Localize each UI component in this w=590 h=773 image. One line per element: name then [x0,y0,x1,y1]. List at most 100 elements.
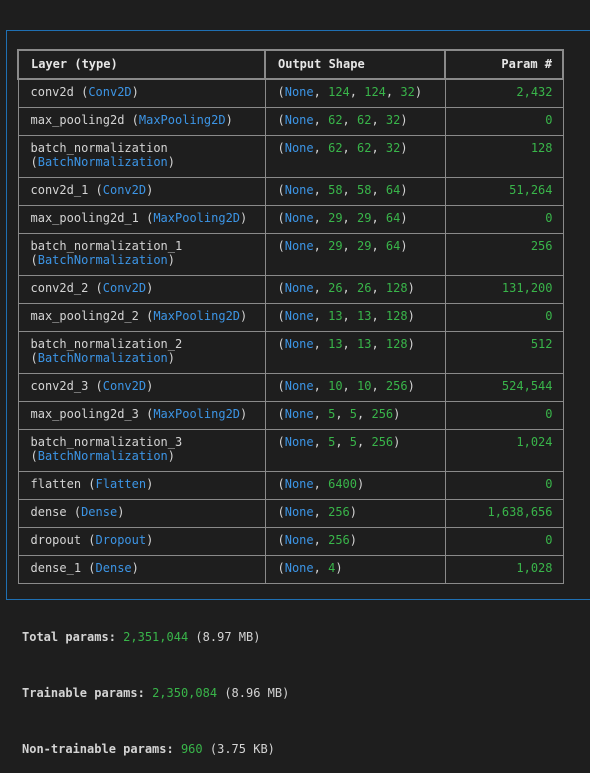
param-count-cell: 0 [444,526,564,556]
param-count-cell: 51,264 [444,176,564,206]
shape-dim: 32 [385,140,401,155]
shape-none: None [284,140,314,155]
shape-dim: 29 [357,238,372,253]
shape-dim: 13 [328,336,343,351]
layer-cell: conv2d (Conv2D) [17,78,266,108]
shape-dim: 62 [357,112,372,127]
shape-dim: 256 [371,434,394,449]
header-output-shape: Output Shape [264,49,446,80]
output-shape-cell: (None, 26, 26, 128) [264,274,446,304]
shape-none: None [284,85,314,99]
shape-dim: 32 [400,85,415,99]
table-row: max_pooling2d_2 (MaxPooling2D) (None, 13,… [17,302,564,332]
total-params-line: Total params: 2,351,044 (8.97 MB) [22,630,260,644]
shape-dim: 29 [357,210,372,225]
shape-dim: 5 [328,434,336,449]
param-count-cell: 1,028 [444,554,564,584]
shape-dim: 64 [385,238,401,253]
shape-dim: 62 [328,112,343,127]
shape-dim: 256 [385,378,408,393]
layer-name: dense [30,504,67,519]
param-count-cell: 1,024 [444,428,564,472]
layer-name: max_pooling2d_3 [30,406,139,421]
layer-name: dense_1 [30,560,82,575]
shape-dim: 5 [349,406,358,421]
non-trainable-params-size: (3.75 KB) [209,742,275,756]
total-params-size: (8.97 MB) [195,630,261,644]
layer-type: Conv2D [88,85,132,99]
layer-type: MaxPooling2D [153,308,241,323]
shape-dim: 13 [357,308,372,323]
layer-type: Dropout [95,532,147,547]
output-shape-cell: (None, 6400) [264,470,446,500]
layer-name: batch_normalization_3 [30,434,183,449]
param-count-cell: 0 [444,470,564,500]
param-count-cell: 524,544 [444,372,564,402]
shape-dim: 256 [371,406,394,421]
layer-cell: batch_normalization (BatchNormalization) [17,134,266,178]
shape-dim: 4 [328,560,336,575]
table-row: max_pooling2d_1 (MaxPooling2D) (None, 29,… [17,204,564,234]
total-params-value: 2,351,044 [123,630,189,644]
param-count-cell: 131,200 [444,274,564,304]
shape-none: None [284,210,314,225]
layer-cell: batch_normalization_3 (BatchNormalizatio… [17,428,266,472]
table-row: conv2d_2 (Conv2D) (None, 26, 26, 128) 131,… [17,274,564,304]
trainable-params-label: Trainable params: [22,686,145,700]
layer-name: max_pooling2d_1 [30,210,139,225]
shape-none: None [284,378,314,393]
shape-dim: 124 [364,85,386,99]
table-row: batch_normalization_1 (BatchNormalizatio… [17,232,564,276]
layer-cell: max_pooling2d_3 (MaxPooling2D) [17,400,266,430]
table-row: batch_normalization_2 (BatchNormalizatio… [17,330,564,374]
layer-type: Conv2D [102,182,147,197]
layer-name: dropout [30,532,82,547]
shape-dim: 64 [385,210,401,225]
table-row: max_pooling2d (MaxPooling2D) (None, 62, 6… [17,106,564,136]
output-shape-cell: (None, 5, 5, 256) [264,400,446,430]
model-summary-table: Layer (type) Output Shape Param # conv2d… [17,49,564,584]
table-row: flatten (Flatten) (None, 6400) 0 [17,470,564,500]
shape-none: None [284,560,314,575]
layer-cell: max_pooling2d_2 (MaxPooling2D) [17,302,266,332]
layer-name: conv2d_1 [30,182,89,197]
shape-dim: 62 [328,140,343,155]
shape-dim: 64 [385,182,401,197]
layer-type: BatchNormalization [37,448,168,463]
shape-dim: 26 [357,280,372,295]
output-shape-cell: (None, 10, 10, 256) [264,372,446,402]
output-shape-cell: (None, 13, 13, 128) [264,330,446,374]
shape-dim: 128 [385,336,408,351]
layer-type: MaxPooling2D [138,112,226,127]
layer-name: conv2d [30,85,74,99]
header-layer-type: Layer (type) [17,49,266,80]
shape-dim: 13 [357,336,372,351]
shape-none: None [284,504,314,519]
shape-dim: 62 [357,140,372,155]
shape-dim: 5 [349,434,358,449]
shape-dim: 29 [328,210,343,225]
param-count-cell: 256 [444,232,564,276]
shape-dim: 32 [385,112,401,127]
layer-cell: conv2d_2 (Conv2D) [17,274,266,304]
layer-type: BatchNormalization [37,154,168,169]
layer-name: batch_normalization [30,140,168,155]
shape-dim: 10 [357,378,372,393]
layer-type: MaxPooling2D [153,210,241,225]
output-shape-cell: (None, 5, 5, 256) [264,428,446,472]
layer-cell: batch_normalization_1 (BatchNormalizatio… [17,232,266,276]
shape-dim: 29 [328,238,343,253]
output-shape-cell: (None, 256) [264,498,446,528]
table-row: dropout (Dropout) (None, 256) 0 [17,526,564,556]
trainable-params-line: Trainable params: 2,350,084 (8.96 MB) [22,686,289,700]
output-shape-cell: (None, 62, 62, 32) [264,134,446,178]
layer-name: conv2d_2 [30,280,89,295]
shape-dim: 58 [357,182,372,197]
shape-none: None [284,308,314,323]
param-count-cell: 0 [444,400,564,430]
layer-cell: max_pooling2d (MaxPooling2D) [17,106,266,136]
layer-type: BatchNormalization [37,252,168,267]
total-params-label: Total params: [22,630,116,644]
non-trainable-params-label: Non-trainable params: [22,742,174,756]
output-shape-cell: (None, 256) [264,526,446,556]
